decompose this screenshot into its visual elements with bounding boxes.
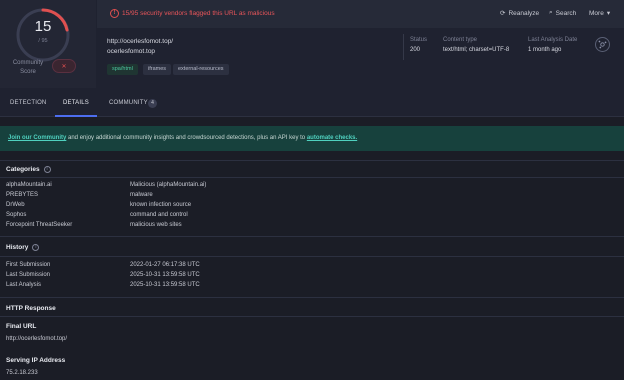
status-value: 200 xyxy=(410,47,421,53)
serving-ip-value: 75.2.18.233 xyxy=(6,370,38,376)
meta-divider xyxy=(403,34,404,60)
more-label: More xyxy=(589,9,604,17)
categories-title-text: Categories xyxy=(6,166,40,173)
categories-title: Categories i xyxy=(6,166,51,173)
search-label: Search xyxy=(555,9,577,17)
final-url-title: Final URL xyxy=(6,323,36,330)
history-title-text: History xyxy=(6,244,29,251)
detection-score: 15 xyxy=(34,18,52,35)
tab-community[interactable]: COMMUNITY xyxy=(109,100,148,106)
tab-details[interactable]: DETAILS xyxy=(63,100,89,106)
refresh-icon: ⟳ xyxy=(500,10,506,17)
community-score-button[interactable]: ✕ xyxy=(52,59,76,73)
join-community-link[interactable]: Join our Community xyxy=(8,135,66,141)
divider xyxy=(0,236,624,237)
category-value: Malicious (alphaMountain.ai) xyxy=(130,182,207,188)
divider xyxy=(0,297,624,298)
url-full[interactable]: http://ocerlesfomot.top/ xyxy=(107,38,173,45)
category-value: known infection source xyxy=(130,202,192,208)
http-response-title-text: HTTP Response xyxy=(6,305,56,312)
community-score-label: Community Score xyxy=(12,60,44,75)
history-label: Last Analysis xyxy=(6,282,42,288)
category-value: malicious web sites xyxy=(130,222,182,228)
divider xyxy=(0,316,624,317)
search-button[interactable]: ⌕ Search xyxy=(549,9,576,17)
search-icon: ⌕ xyxy=(549,9,553,16)
http-response-title: HTTP Response xyxy=(6,305,56,312)
alert-icon: ! xyxy=(110,9,119,18)
chevron-down-icon: ▾ xyxy=(606,10,611,17)
category-value: command and control xyxy=(130,212,188,218)
history-value: 2025-10-31 13:59:58 UTC xyxy=(130,272,200,278)
reanalyze-label: Reanalyze xyxy=(508,9,540,17)
tab-detection[interactable]: DETECTION xyxy=(10,100,46,106)
serving-ip-title: Serving IP Address xyxy=(6,357,65,364)
info-icon[interactable]: i xyxy=(43,166,51,173)
tag-iframes[interactable]: iframes xyxy=(143,64,172,75)
last-analysis-value: 1 month ago xyxy=(528,47,562,53)
x-circle-icon: ✕ xyxy=(61,63,67,70)
category-vendor: alphaMountain.ai xyxy=(6,182,52,188)
detection-total: / 95 xyxy=(38,38,48,44)
category-value: malware xyxy=(130,192,153,198)
last-analysis-label: Last Analysis Date xyxy=(528,37,578,43)
info-icon[interactable]: i xyxy=(32,244,40,251)
divider xyxy=(0,160,624,161)
history-title: History i xyxy=(6,244,40,251)
more-button[interactable]: More ▾ xyxy=(589,9,611,18)
tag-spa-html[interactable]: spa/html xyxy=(107,64,138,75)
detection-score-gauge xyxy=(16,8,70,62)
graph-icon[interactable] xyxy=(595,37,610,52)
serving-ip-title-text: Serving IP Address xyxy=(6,357,66,364)
divider xyxy=(0,256,624,257)
category-vendor: Sophos xyxy=(6,212,27,218)
alert-text: 15/95 security vendors flagged this URL … xyxy=(122,10,275,17)
final-url-title-text: Final URL xyxy=(6,323,37,330)
reanalyze-button[interactable]: ⟳ Reanalyze xyxy=(500,9,540,18)
category-vendor: PREBYTES xyxy=(6,192,39,198)
history-value: 2025-10-31 13:59:58 UTC xyxy=(130,282,200,288)
banner-middle-text: and enjoy additional community insights … xyxy=(66,135,307,141)
category-vendor: DrWeb xyxy=(6,202,25,208)
final-url-value: http://ocerlesfomot.top/ xyxy=(6,336,68,342)
community-count-badge: 4 xyxy=(148,99,157,108)
category-vendor: Forcepoint ThreatSeeker xyxy=(6,222,73,228)
tag-external-resources[interactable]: external-resources xyxy=(173,64,229,75)
history-value: 2022-01-27 06:17:38 UTC xyxy=(130,262,200,268)
history-label: Last Submission xyxy=(6,272,51,278)
active-tab-indicator xyxy=(55,115,97,117)
tabs-bar xyxy=(0,88,624,117)
status-label: Status xyxy=(410,37,428,43)
content-type-value: text/html; charset=UTF-8 xyxy=(443,47,510,53)
divider xyxy=(0,177,624,178)
history-label: First Submission xyxy=(6,262,51,268)
automate-checks-link[interactable]: automate checks. xyxy=(307,135,357,141)
url-domain: ocerlesfomot.top xyxy=(107,48,156,55)
content-type-label: Content type xyxy=(443,37,478,43)
community-banner-text: Join our Community and enjoy additional … xyxy=(8,135,357,141)
